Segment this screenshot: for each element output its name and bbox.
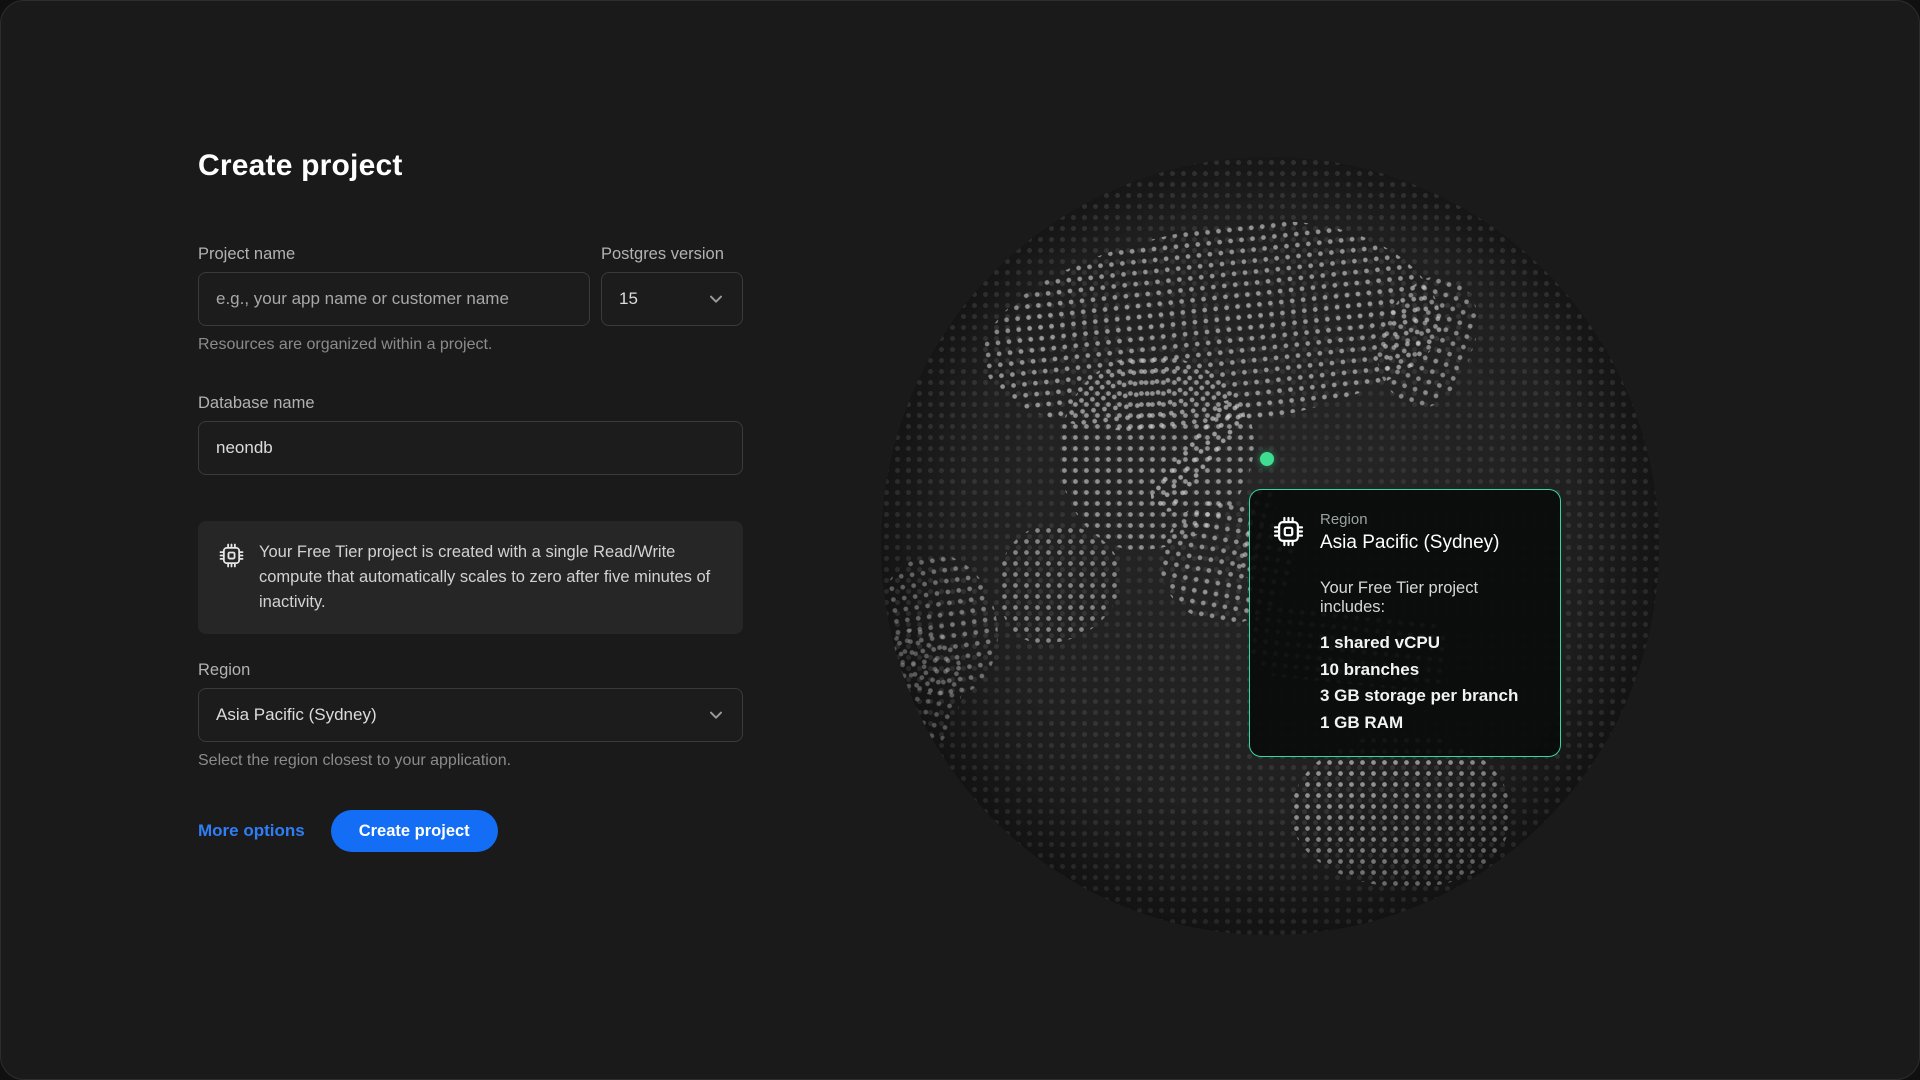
- tooltip-region-label: Region: [1320, 511, 1500, 528]
- cpu-chip-icon: [1272, 515, 1305, 548]
- region-marker-dot[interactable]: [1260, 452, 1274, 466]
- postgres-version-select[interactable]: 15: [601, 272, 743, 326]
- region-label: Region: [198, 661, 743, 680]
- tooltip-include-item: 1 GB RAM: [1320, 710, 1536, 737]
- create-project-panel: Create project Project name Postgres ver…: [0, 0, 1920, 1080]
- free-tier-notice-text: Your Free Tier project is created with a…: [259, 540, 723, 615]
- project-name-input[interactable]: [198, 272, 590, 326]
- create-project-form: Create project Project name Postgres ver…: [198, 149, 743, 852]
- postgres-version-label: Postgres version: [601, 245, 743, 264]
- tooltip-include-item: 10 branches: [1320, 657, 1536, 684]
- region-helper: Select the region closest to your applic…: [198, 752, 743, 770]
- project-name-label: Project name: [198, 245, 590, 264]
- create-project-button[interactable]: Create project: [331, 810, 498, 852]
- region-tooltip: Region Asia Pacific (Sydney) Your Free T…: [1249, 489, 1561, 757]
- database-name-input[interactable]: [198, 421, 743, 475]
- project-name-helper: Resources are organized within a project…: [198, 336, 743, 354]
- postgres-version-value: 15: [619, 289, 638, 309]
- tooltip-region-name: Asia Pacific (Sydney): [1320, 532, 1500, 554]
- chevron-down-icon: [707, 290, 725, 308]
- page-title: Create project: [198, 149, 743, 183]
- more-options-link[interactable]: More options: [198, 821, 305, 841]
- cpu-chip-icon: [218, 542, 245, 569]
- region-value: Asia Pacific (Sydney): [216, 705, 377, 725]
- chevron-down-icon: [707, 706, 725, 724]
- tooltip-include-item: 3 GB storage per branch: [1320, 683, 1536, 710]
- tooltip-include-item: 1 shared vCPU: [1320, 630, 1536, 657]
- free-tier-notice: Your Free Tier project is created with a…: [198, 521, 743, 634]
- database-name-label: Database name: [198, 394, 743, 413]
- region-select[interactable]: Asia Pacific (Sydney): [198, 688, 743, 742]
- tooltip-includes-title: Your Free Tier project includes:: [1320, 579, 1536, 617]
